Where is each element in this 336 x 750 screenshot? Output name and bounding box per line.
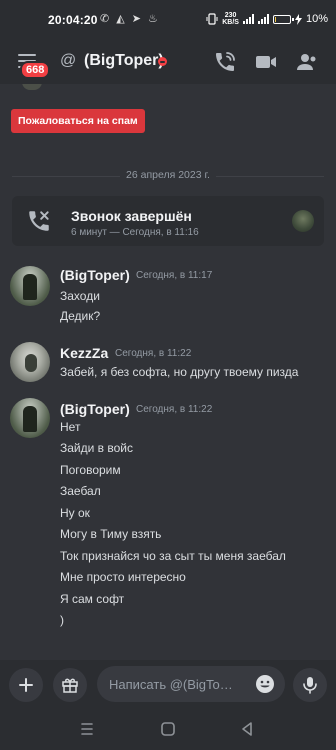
signal-icon-2 [257, 14, 269, 24]
battery-percent: 10% [305, 13, 328, 25]
message-composer [0, 660, 336, 708]
gift-icon [62, 678, 78, 693]
message-author[interactable]: KezzZa [60, 345, 108, 361]
message-author[interactable]: (BigToper) [60, 401, 130, 417]
message-line: Нет [60, 420, 81, 434]
message-input-box[interactable] [97, 666, 285, 702]
chat-header: 668 @ (BigToper) [0, 40, 336, 84]
message-timestamp: Сегодня, в 11:22 [136, 404, 213, 415]
message-author[interactable]: (BigToper) [60, 267, 130, 283]
avatar [22, 84, 42, 90]
message-line: ) [60, 613, 64, 627]
avatar[interactable] [10, 266, 50, 306]
notification-icons: ✆ ◭ ➤ ♨ [100, 13, 160, 25]
status-bar: 20:04:20 ✆ ◭ ➤ ♨ 230 KB/S 10% [0, 0, 336, 40]
voice-message-button[interactable] [293, 668, 327, 702]
avatar[interactable] [10, 342, 50, 382]
call-ended-icon [29, 211, 49, 231]
call-subtitle: 6 минут — Сегодня, в 11:16 [71, 227, 199, 238]
message-line: Могу в Тиму взять [60, 527, 162, 541]
avatar[interactable] [10, 398, 50, 438]
signal-icon [242, 14, 254, 24]
call-ended-card[interactable]: Звонок завершён 6 минут — Сегодня, в 11:… [12, 196, 324, 246]
video-camera-icon[interactable] [254, 50, 278, 74]
message-timestamp: Сегодня, в 11:22 [115, 348, 192, 359]
message-line: Мне просто интересно [60, 570, 186, 584]
net-speed: 230 KB/S [222, 12, 239, 26]
message-line: Зайди в войс [60, 441, 133, 455]
date-divider-label: 26 апреля 2023 г. [120, 169, 216, 181]
vibrate-icon [206, 13, 218, 25]
charging-icon [294, 13, 302, 25]
call-participant-avatar [292, 210, 314, 232]
recent-apps-icon[interactable] [78, 720, 96, 738]
battery-icon [272, 14, 294, 24]
net-speed-unit: KB/S [222, 19, 239, 26]
net-speed-value: 230 [224, 12, 237, 19]
microphone-icon [303, 677, 317, 694]
message-line: Дедик? [60, 309, 101, 323]
call-title: Звонок завершён [71, 208, 192, 224]
message-line: Заебал [60, 484, 101, 498]
message-line: Поговорим [60, 463, 121, 477]
message-line: Заходи [60, 289, 100, 303]
status-time: 20:04:20 [48, 13, 98, 27]
unread-badge: 668 [20, 61, 51, 79]
message-list[interactable]: Пожаловаться на спам 26 апреля 2023 г. З… [0, 84, 336, 660]
back-icon[interactable] [238, 720, 256, 738]
gift-button[interactable] [53, 668, 87, 702]
message-input[interactable] [109, 666, 249, 702]
emoji-icon[interactable] [255, 674, 275, 694]
status-right: 230 KB/S 10% [206, 12, 328, 26]
phone-call-icon[interactable] [213, 50, 237, 74]
message-line: Ну ок [60, 506, 90, 520]
date-divider: 26 апреля 2023 г. [12, 168, 324, 184]
message-line: Забей, я без софта, но другу твоему пизд… [60, 365, 299, 379]
chat-title[interactable]: (BigToper) [84, 52, 164, 70]
report-spam-button[interactable]: Пожаловаться на спам [11, 109, 145, 133]
plus-icon [19, 678, 33, 692]
message-line: Я сам софт [60, 592, 125, 606]
dnd-status-icon [158, 57, 167, 66]
add-attachment-button[interactable] [9, 668, 43, 702]
message-timestamp: Сегодня, в 11:17 [136, 270, 213, 281]
system-nav-bar [0, 708, 336, 750]
at-icon: @ [60, 52, 77, 69]
message-line: Ток признайся чо за сыт ты меня заебал [60, 549, 286, 563]
home-icon[interactable] [159, 720, 177, 738]
members-icon[interactable] [295, 50, 319, 74]
